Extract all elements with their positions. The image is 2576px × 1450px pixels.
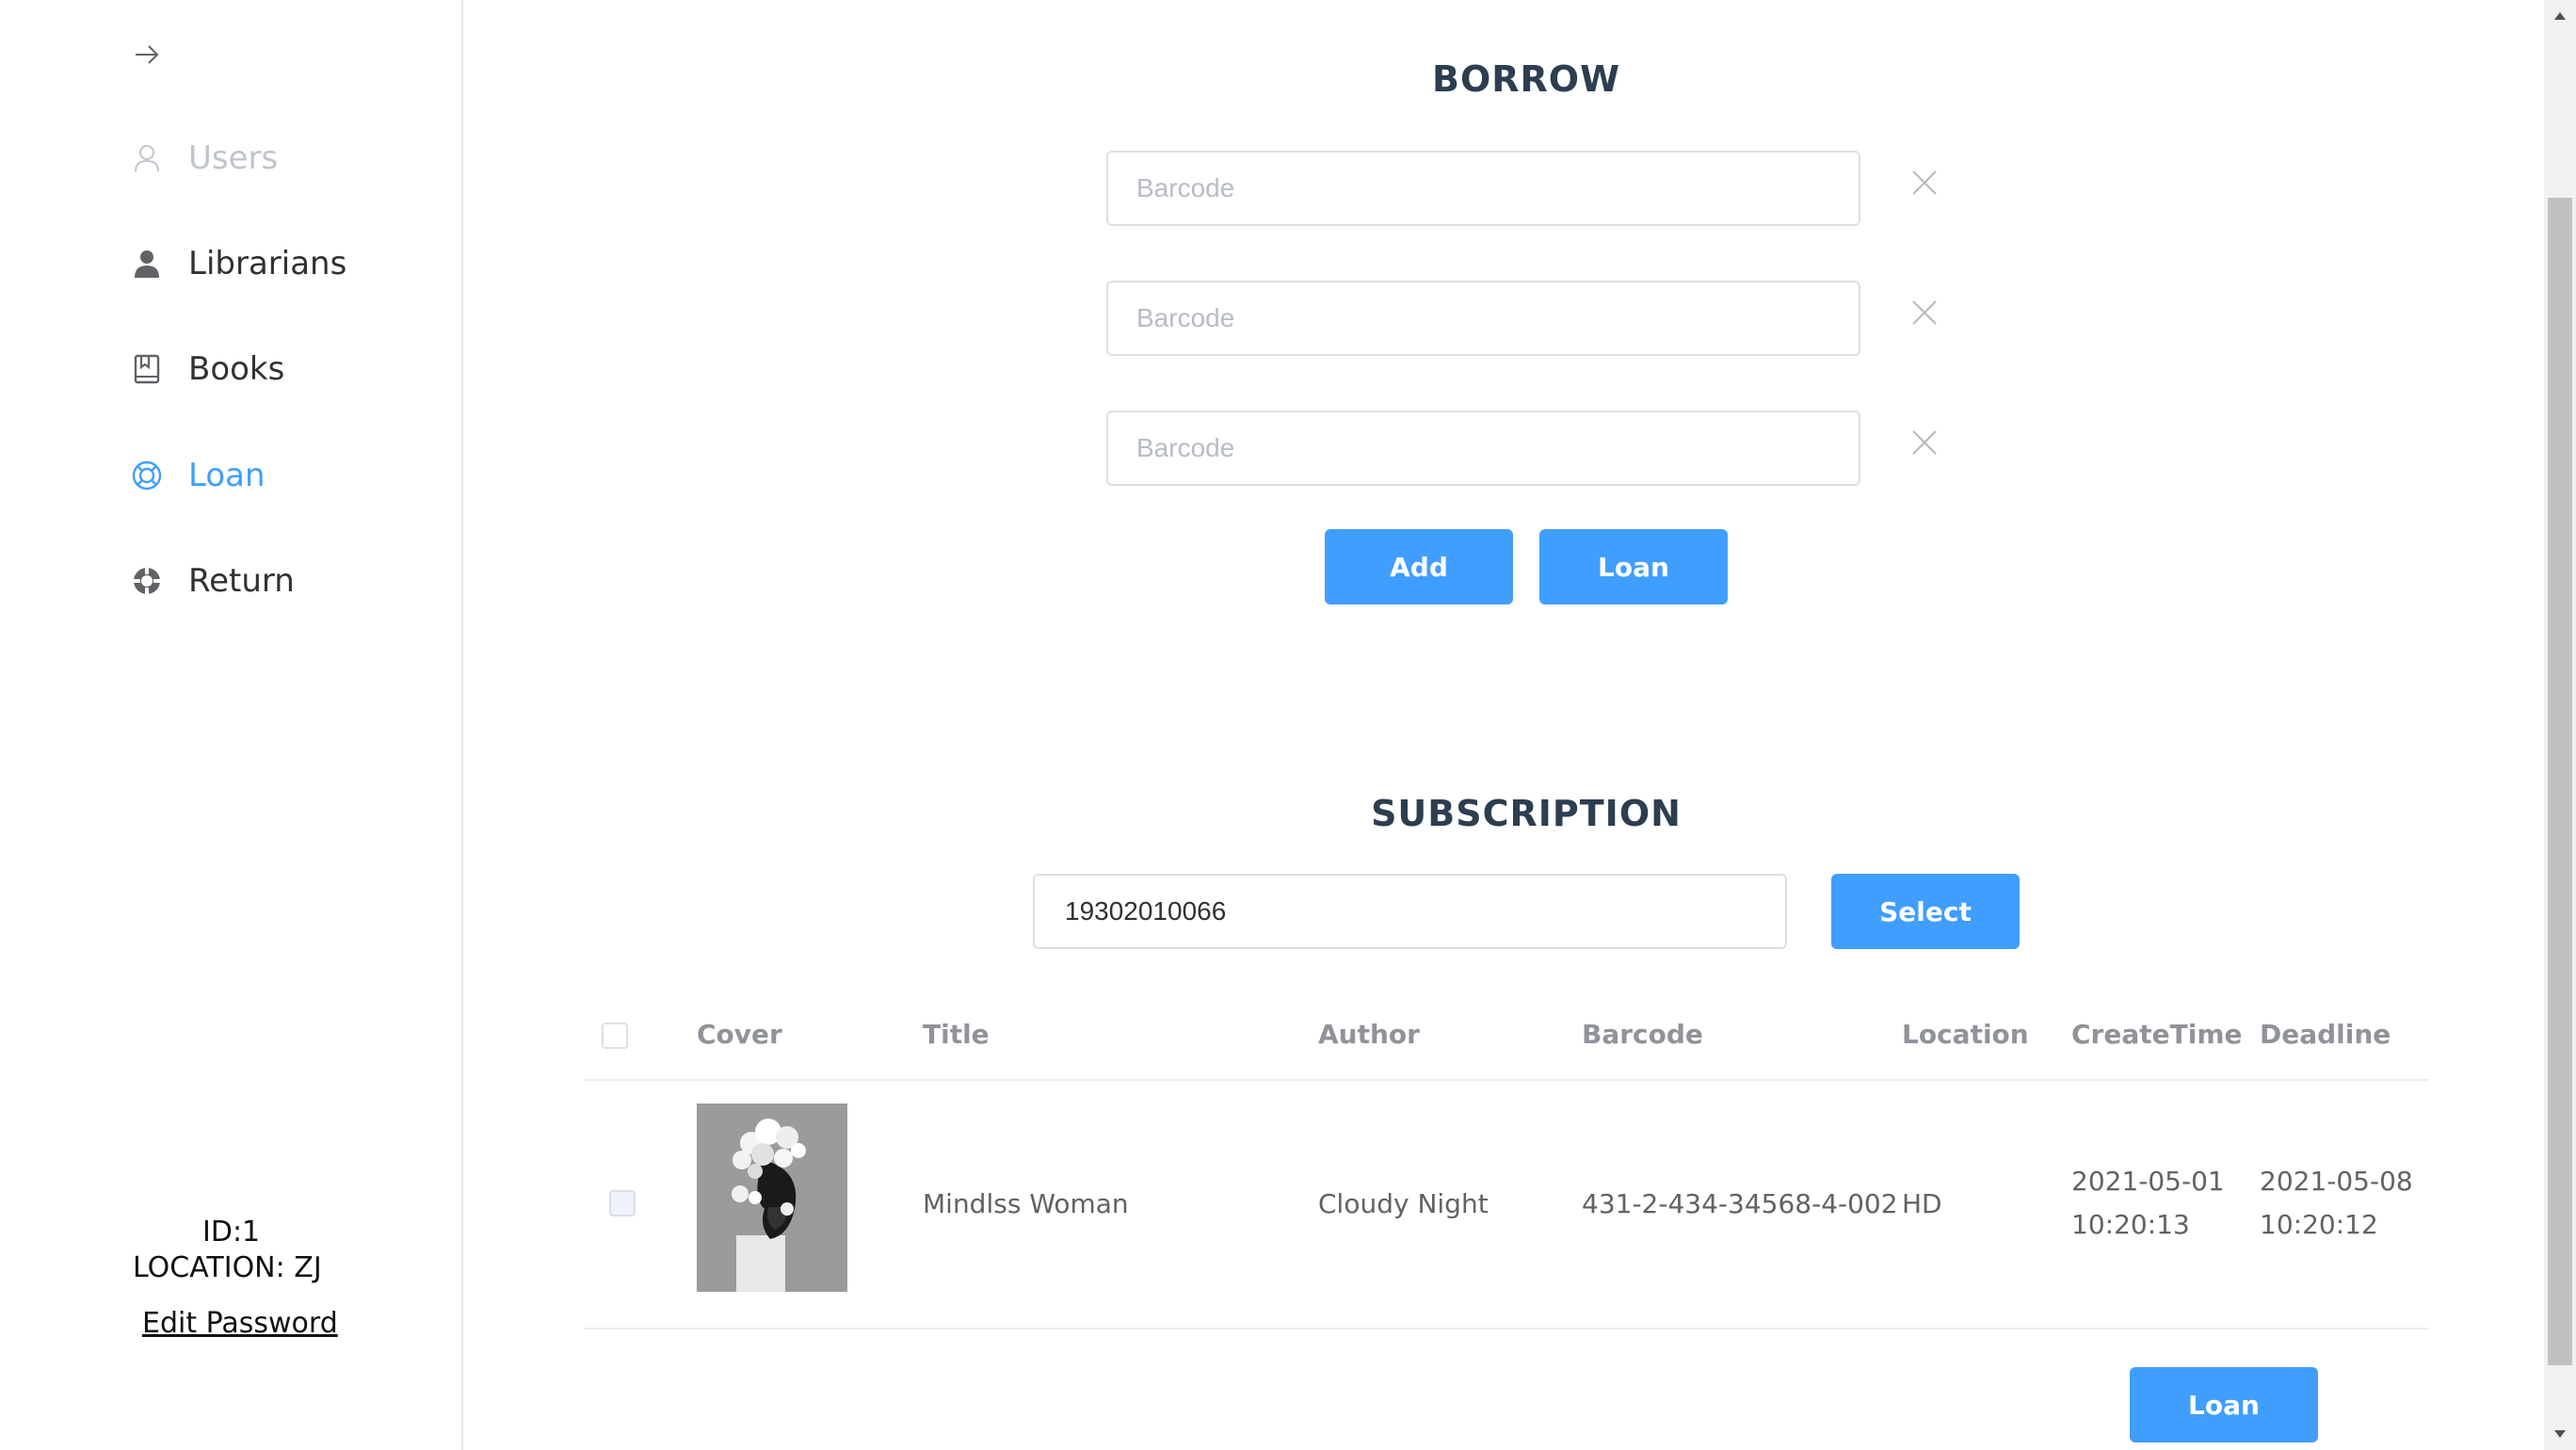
scrollbar-thumb[interactable] xyxy=(2548,198,2572,1365)
column-header-barcode: Barcode xyxy=(1582,1019,1703,1050)
reader-id-input[interactable] xyxy=(1033,874,1787,949)
cell-barcode: 431-2-434-34568-4-002 xyxy=(1582,1188,1898,1219)
sidebar-item-users[interactable]: Users xyxy=(130,130,278,186)
cell-location: HD xyxy=(1902,1188,1942,1219)
vertical-scrollbar[interactable] xyxy=(2544,0,2576,1450)
column-header-title: Title xyxy=(923,1019,990,1050)
sidebar-item-return[interactable]: Return xyxy=(130,553,295,609)
loan-button[interactable]: Loan xyxy=(1539,529,1728,604)
close-icon[interactable] xyxy=(1908,296,1941,330)
sidebar-item-label: Librarians xyxy=(188,245,347,282)
user-info: ID:1 LOCATION: ZJ xyxy=(94,1215,367,1286)
barcode-input-1[interactable] xyxy=(1106,151,1860,226)
user-outline-icon xyxy=(130,141,164,175)
cell-createtime: 2021-05-01 10:20:13 xyxy=(2071,1160,2225,1247)
barcode-input-3[interactable] xyxy=(1106,411,1860,486)
close-icon[interactable] xyxy=(1908,426,1941,459)
column-header-createtime: CreateTime xyxy=(2071,1019,2243,1050)
sidebar-item-label: Return xyxy=(188,562,295,600)
sidebar-item-label: Loan xyxy=(188,457,266,494)
close-icon[interactable] xyxy=(1908,166,1941,200)
book-cover-image xyxy=(697,1104,847,1292)
sidebar-item-label: Users xyxy=(188,139,279,177)
column-header-author: Author xyxy=(1318,1019,1420,1050)
subscription-title: SUBSCRIPTION xyxy=(1371,793,1682,834)
select-button[interactable]: Select xyxy=(1831,874,2020,949)
add-button[interactable]: Add xyxy=(1325,529,1513,604)
user-id: ID:1 xyxy=(202,1216,261,1249)
edit-password-link[interactable]: Edit Password xyxy=(142,1307,338,1340)
column-header-deadline: Deadline xyxy=(2260,1019,2391,1050)
cell-title: Mindlss Woman xyxy=(923,1188,1129,1219)
createtime-time: 10:20:13 xyxy=(2071,1209,2190,1240)
cell-author: Cloudy Night xyxy=(1318,1188,1489,1219)
return-icon xyxy=(130,564,164,598)
collapse-arrow-icon[interactable] xyxy=(130,38,164,72)
user-filled-icon xyxy=(130,247,164,281)
lifebuoy-icon xyxy=(130,459,164,492)
deadline-time: 10:20:12 xyxy=(2260,1209,2378,1240)
table-header: Cover Title Author Barcode Location Crea… xyxy=(584,998,2429,1081)
row-checkbox[interactable] xyxy=(609,1190,636,1216)
scroll-down-arrow-icon[interactable] xyxy=(2544,1418,2576,1450)
sidebar-item-librarians[interactable]: Librarians xyxy=(130,235,346,292)
deadline-date: 2021-05-08 xyxy=(2260,1166,2413,1197)
sidebar-item-books[interactable]: Books xyxy=(130,341,284,397)
barcode-input-2[interactable] xyxy=(1106,281,1860,356)
sidebar-item-loan[interactable]: Loan xyxy=(130,447,266,504)
book-icon xyxy=(130,352,164,386)
user-location: LOCATION: ZJ xyxy=(133,1251,322,1284)
scroll-up-arrow-icon[interactable] xyxy=(2544,0,2576,32)
subscription-table: Cover Title Author Barcode Location Crea… xyxy=(584,998,2429,1329)
sidebar-item-label: Books xyxy=(188,350,285,388)
table-row[interactable]: Mindlss Woman Cloudy Night 431-2-434-345… xyxy=(584,1081,2429,1329)
borrow-title: BORROW xyxy=(1431,58,1620,100)
createtime-date: 2021-05-01 xyxy=(2071,1166,2225,1197)
subscription-loan-button[interactable]: Loan xyxy=(2130,1367,2318,1442)
sidebar: Users Librarians Books Loan Return ID:1 … xyxy=(0,0,463,1450)
cell-deadline: 2021-05-08 10:20:12 xyxy=(2260,1160,2413,1247)
column-header-cover: Cover xyxy=(697,1019,782,1050)
column-header-location: Location xyxy=(1902,1019,2029,1050)
select-all-checkbox[interactable] xyxy=(602,1023,628,1049)
